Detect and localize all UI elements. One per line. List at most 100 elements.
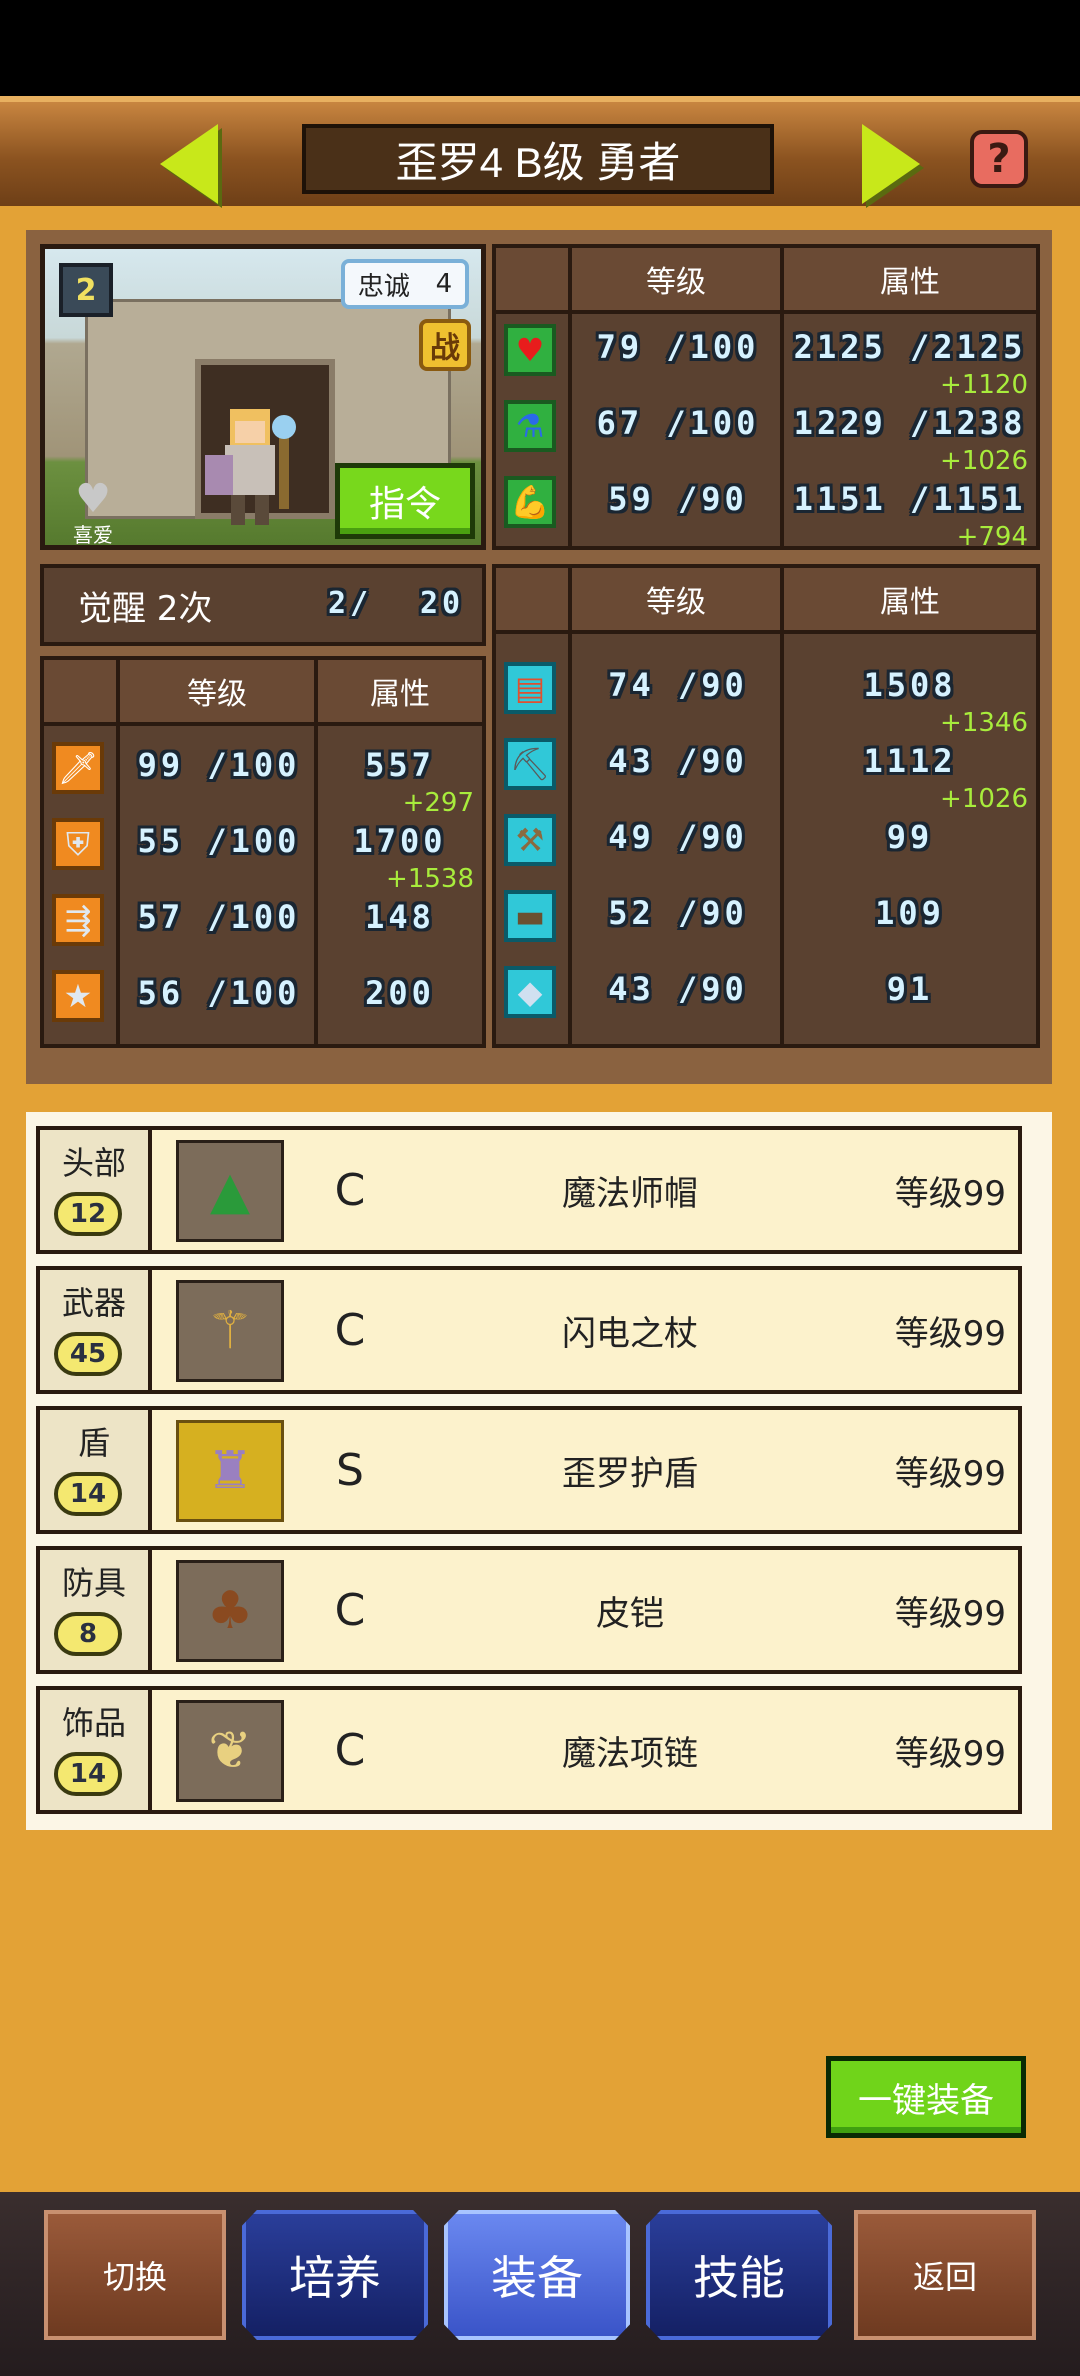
slot-level-badge: 12 xyxy=(54,1192,122,1236)
skills-table: 等级 属性 ▤ 74 /90 1508 +1346 ⛏ 43 /90 1112 … xyxy=(492,564,1040,1048)
switch-button[interactable]: 切换 xyxy=(44,2210,226,2340)
pickaxe-icon: ⛏ xyxy=(504,738,556,790)
equip-name: 闪电之杖 xyxy=(562,1313,698,1354)
equip-rank: C xyxy=(334,1304,366,1356)
next-hero-arrow-icon[interactable] xyxy=(862,124,920,204)
equip-name: 魔法项链 xyxy=(562,1733,698,1774)
hero-level-badge: 2 xyxy=(59,263,113,317)
equip-rank: C xyxy=(334,1584,366,1636)
gem-icon: ◆ xyxy=(504,966,556,1018)
stamina-bonus: +794 xyxy=(956,522,1028,552)
skill-3-level: 49 /90 xyxy=(608,818,748,856)
stamina-icon: 💪 xyxy=(504,476,556,528)
skill-4-value: 109 xyxy=(875,894,945,932)
slot-level-badge: 14 xyxy=(54,1752,122,1796)
loyalty-label: 忠诚 xyxy=(357,271,410,302)
equip-row-head[interactable]: 头部 12 ▲ C 魔法师帽 等级99 xyxy=(36,1126,1022,1254)
favorite-label: 喜爱 xyxy=(73,523,113,547)
awaken-count: 2/ xyxy=(328,586,373,621)
wizard-hat-icon: ▲ xyxy=(176,1140,284,1242)
awaken-max: 20 xyxy=(420,586,465,621)
potion-icon: ⚗ xyxy=(504,400,556,452)
skill-tab[interactable]: 技能 xyxy=(646,2210,832,2340)
hero-title: 歪罗4 B级 勇者 xyxy=(302,124,774,194)
combat-header-level: 等级 xyxy=(120,660,318,722)
attack-bonus: +297 xyxy=(402,788,474,818)
equip-row-armor[interactable]: 防具 8 ♣ C 皮铠 等级99 xyxy=(36,1546,1022,1674)
slot-level-badge: 8 xyxy=(54,1612,122,1656)
heart-icon: ♥ xyxy=(75,476,111,522)
speed-value: 148 xyxy=(365,898,435,936)
stamina-value: 1151 /1151 xyxy=(793,480,1027,518)
equip-slot-accessory: 饰品 14 xyxy=(40,1690,152,1810)
hp-level: 79 /100 xyxy=(596,328,760,366)
combat-header-attr: 属性 xyxy=(318,660,482,722)
anvil-icon: ▬ xyxy=(504,890,556,942)
combat-table: 等级 属性 🗡 99 /100 557 +297 ⛨ 55 /100 1700 … xyxy=(40,656,486,1048)
slot-level-badge: 14 xyxy=(54,1472,122,1516)
skill-1-level: 74 /90 xyxy=(608,666,748,704)
hp-value: 2125 /2125 xyxy=(793,328,1027,366)
equip-level: 等级99 xyxy=(894,1453,1006,1494)
skill-1-value: 1508 xyxy=(863,666,957,704)
equip-row-shield[interactable]: 盾 14 ♜ S 歪罗护盾 等级99 xyxy=(36,1406,1022,1534)
command-button[interactable]: 指令 xyxy=(335,463,475,539)
hero-portrait: 2 忠诚 4 战 ♥ 喜爱 指令 xyxy=(40,244,486,550)
shield-icon: ⛨ xyxy=(52,818,104,870)
skill-2-level: 43 /90 xyxy=(608,742,748,780)
mp-bonus: +1026 xyxy=(940,446,1028,476)
skills-header-attr: 属性 xyxy=(784,568,1036,630)
header-bar: 歪罗4 B级 勇者 ? xyxy=(0,96,1080,206)
hero-sprite xyxy=(205,409,296,525)
equip-slot-head: 头部 12 xyxy=(40,1130,152,1250)
help-button[interactable]: ? xyxy=(970,130,1028,188)
equip-name: 魔法师帽 xyxy=(562,1173,698,1214)
stamina-level: 59 /90 xyxy=(608,480,748,518)
prev-hero-arrow-icon[interactable] xyxy=(160,124,218,204)
favorite-toggle[interactable]: ♥ 喜爱 xyxy=(63,476,123,547)
vitals-header-level: 等级 xyxy=(572,248,784,310)
battle-icon[interactable]: 战 xyxy=(419,319,471,371)
luck-value: 200 xyxy=(365,974,435,1012)
skill-5-level: 43 /90 xyxy=(608,970,748,1008)
auto-equip-button[interactable]: 一键装备 xyxy=(826,2056,1026,2138)
equip-row-accessory[interactable]: 饰品 14 ❦ C 魔法项链 等级99 xyxy=(36,1686,1022,1814)
defense-value: 1700 xyxy=(353,822,447,860)
sword-icon: 🗡 xyxy=(52,742,104,794)
speed-icon: ⇶ xyxy=(52,894,104,946)
staff-icon: ⚚ xyxy=(176,1280,284,1382)
equip-name: 皮铠 xyxy=(596,1593,664,1634)
vitals-header-blank xyxy=(496,248,572,310)
equip-tab[interactable]: 装备 xyxy=(444,2210,630,2340)
equip-level: 等级99 xyxy=(894,1593,1006,1634)
vitals-header-attr: 属性 xyxy=(784,248,1036,310)
mp-level: 67 /100 xyxy=(596,404,760,442)
train-tab[interactable]: 培养 xyxy=(242,2210,428,2340)
equip-slot-weapon: 武器 45 xyxy=(40,1270,152,1390)
equip-row-weapon[interactable]: 武器 45 ⚚ C 闪电之杖 等级99 xyxy=(36,1266,1022,1394)
slot-level-badge: 45 xyxy=(54,1332,122,1376)
back-button[interactable]: 返回 xyxy=(854,2210,1036,2340)
equip-slot-armor: 防具 8 xyxy=(40,1550,152,1670)
speed-level: 57 /100 xyxy=(137,898,301,936)
skill-2-value: 1112 xyxy=(863,742,957,780)
awaken-row[interactable]: 觉醒 2次 2/ 20 xyxy=(40,564,486,646)
heart-icon: ♥ xyxy=(504,324,556,376)
equip-name: 歪罗护盾 xyxy=(562,1453,698,1494)
star-icon: ★ xyxy=(52,970,104,1022)
loyalty-badge: 忠诚 4 xyxy=(341,259,469,309)
luck-level: 56 /100 xyxy=(137,974,301,1012)
bottom-nav: 切换 培养 装备 技能 返回 xyxy=(0,2192,1080,2376)
necklace-icon: ❦ xyxy=(176,1700,284,1802)
skill-3-value: 99 xyxy=(886,818,934,856)
equip-rank: S xyxy=(336,1444,364,1496)
shield-item-icon: ♜ xyxy=(176,1420,284,1522)
loyalty-value: 4 xyxy=(435,269,453,299)
equip-level: 等级99 xyxy=(894,1173,1006,1214)
shovel-icon: ⚒ xyxy=(504,814,556,866)
attack-level: 99 /100 xyxy=(137,746,301,784)
equip-slot-shield: 盾 14 xyxy=(40,1410,152,1530)
book-icon: ▤ xyxy=(504,662,556,714)
skill-2-bonus: +1026 xyxy=(940,784,1028,814)
skills-header-blank xyxy=(496,568,572,630)
